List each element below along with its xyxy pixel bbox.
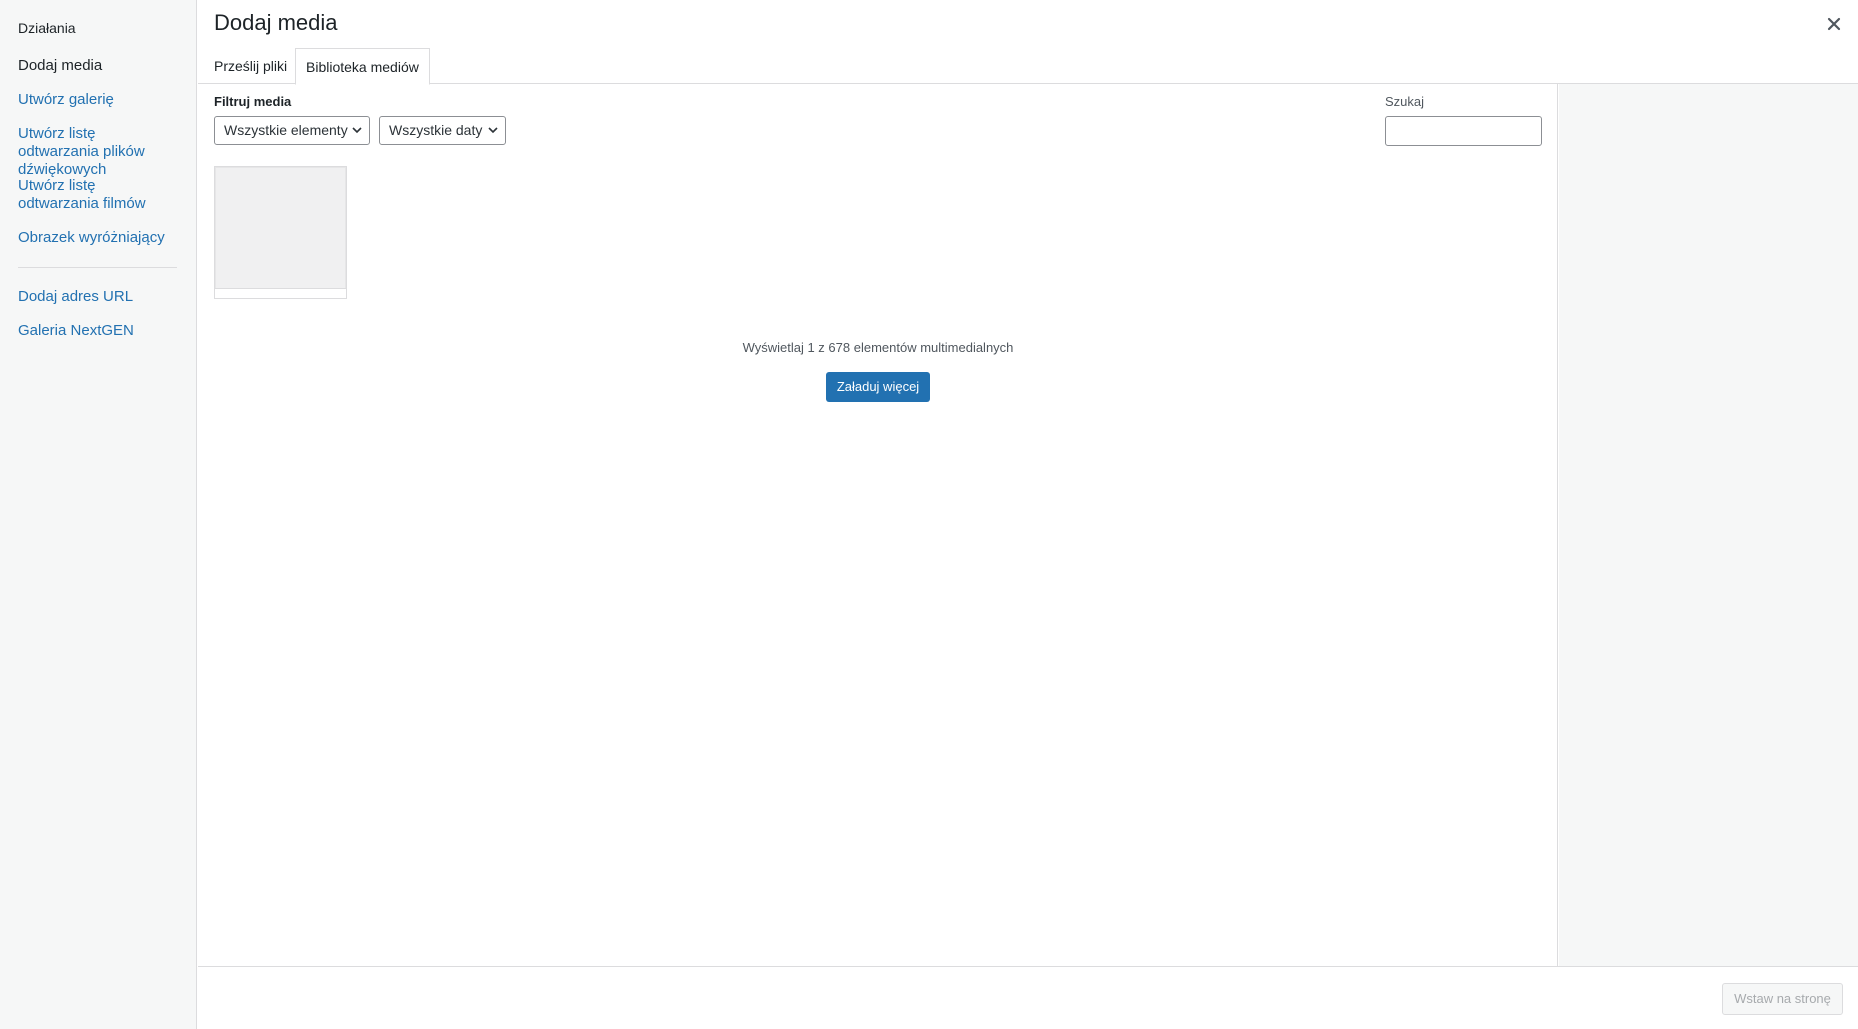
media-type-filter-value: Wszystkie elementy xyxy=(224,122,348,138)
sidebar-item-create-video-playlist[interactable]: Utwórz listę odtwarzania filmów xyxy=(18,177,178,213)
media-attachment-thumbnail[interactable] xyxy=(214,166,347,299)
modal-title: Dodaj media xyxy=(214,10,338,35)
modal-toolbar: Wstaw na stronę xyxy=(198,966,1858,1029)
filter-label: Filtruj media xyxy=(214,94,292,109)
media-type-filter[interactable]: Wszystkie elementy xyxy=(214,116,370,145)
search-label: Szukaj xyxy=(1385,94,1425,109)
sidebar-item-add-media[interactable]: Dodaj media xyxy=(18,57,178,75)
sidebar-item-create-gallery[interactable]: Utwórz galerię xyxy=(18,91,178,109)
chevron-down-icon xyxy=(352,127,362,134)
date-filter[interactable]: Wszystkie daty xyxy=(379,116,506,145)
media-sidebar: Działania Dodaj media Utwórz galerię Utw… xyxy=(0,0,197,1029)
sidebar-item-nextgen-gallery[interactable]: Galeria NextGEN xyxy=(18,322,178,340)
sidebar-heading: Działania xyxy=(18,20,76,36)
tab-media-library[interactable]: Biblioteka mediów xyxy=(295,48,430,85)
attachment-progress-bar xyxy=(215,288,346,298)
tab-upload-files[interactable]: Prześlij pliki xyxy=(204,48,297,84)
sidebar-item-create-audio-playlist[interactable]: Utwórz listę odtwarzania plików dźwiękow… xyxy=(18,125,178,179)
close-icon xyxy=(1827,17,1841,31)
sidebar-item-featured-image[interactable]: Obrazek wyróżniający xyxy=(18,229,178,247)
sidebar-separator xyxy=(18,267,177,268)
media-modal: Działania Dodaj media Utwórz galerię Utw… xyxy=(0,0,1858,1029)
date-filter-value: Wszystkie daty xyxy=(389,122,483,138)
attachment-details-pane xyxy=(1559,84,1858,966)
search-input[interactable] xyxy=(1385,116,1542,146)
load-more-button[interactable]: Załaduj więcej xyxy=(826,372,930,402)
chevron-down-icon xyxy=(488,127,498,134)
sidebar-item-insert-from-url[interactable]: Dodaj adres URL xyxy=(18,288,178,306)
insert-into-page-button[interactable]: Wstaw na stronę xyxy=(1722,983,1843,1015)
media-library-content: Filtruj media Wszystkie elementy Wszystk… xyxy=(198,84,1558,966)
router-tabs: Prześlij pliki Biblioteka mediów xyxy=(198,48,1858,85)
close-button[interactable] xyxy=(1822,12,1846,36)
media-count-text: Wyświetlaj 1 z 678 elementów multimedial… xyxy=(742,340,1014,355)
